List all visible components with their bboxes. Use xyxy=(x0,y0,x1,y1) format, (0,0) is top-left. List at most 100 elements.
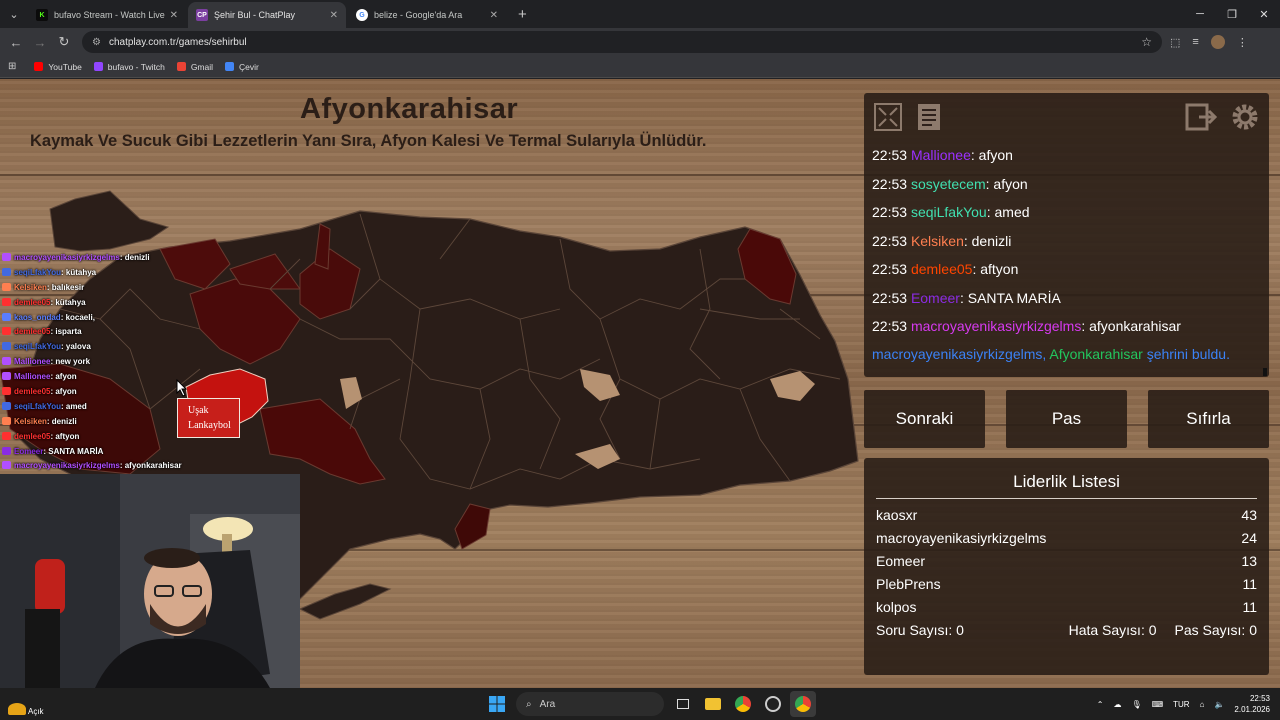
keyboard-icon[interactable]: ⌨ xyxy=(1152,700,1164,709)
city-title: Afyonkarahisar xyxy=(300,93,519,125)
file-explorer-button[interactable] xyxy=(700,691,726,717)
forward-icon[interactable]: → xyxy=(28,35,52,50)
pass-button[interactable]: Pas xyxy=(1006,390,1127,448)
chat-time: 22:53 xyxy=(872,204,908,220)
game-page: Afyonkarahisar Kaymak Ve Sucuk Gibi Lezz… xyxy=(0,79,1280,688)
chrome-active-button[interactable] xyxy=(790,691,816,717)
exit-icon xyxy=(1185,103,1217,131)
badge-icon xyxy=(2,431,11,440)
system-tray: ⌃ ☁ 🎙 ⌨ TUR ⌂ 🔈 22:53 2.01.2026 xyxy=(1097,693,1270,715)
province-thrace xyxy=(49,190,170,252)
tab-bar: ⌄ K bufavo Stream - Watch Live on ✕ CP Ş… xyxy=(0,0,1280,28)
address-bar-row: ← → ↻ ⚙ chatplay.com.tr/games/sehirbul ☆… xyxy=(0,28,1280,56)
overlay-username: demlee05 xyxy=(14,327,51,337)
taskbar-search[interactable]: ⌕ Ara xyxy=(516,692,664,716)
menu-kebab-icon[interactable]: ⋮ xyxy=(1237,36,1248,49)
close-window-icon[interactable]: ✕ xyxy=(1248,0,1280,28)
apps-grid-icon[interactable]: ⊞ xyxy=(8,61,16,72)
url-field[interactable]: ⚙ chatplay.com.tr/games/sehirbul ☆ xyxy=(82,31,1162,53)
notes-button[interactable] xyxy=(912,100,946,134)
profile-avatar[interactable] xyxy=(1210,35,1225,49)
overlay-text: : new york xyxy=(50,357,91,367)
overlay-username: kaos_ondad xyxy=(14,312,61,322)
reset-button[interactable]: Sıfırla xyxy=(1148,390,1269,448)
close-tab-icon[interactable]: ✕ xyxy=(490,10,498,21)
leaderboard: Liderlik Listesi kaosxr 43 macroyayenikasi… xyxy=(864,458,1269,675)
tab-search-icon[interactable]: ⌄ xyxy=(0,0,28,28)
bookmark-translate[interactable]: Çevir xyxy=(225,62,259,72)
overlay-text: : afyonkarahisar xyxy=(119,461,182,471)
badge-icon xyxy=(2,401,11,410)
tab-google[interactable]: G belize - Google'da Ara ✕ xyxy=(348,2,506,28)
overlay-chat-line: demlee05: afyon xyxy=(2,385,202,400)
question-count: Soru Sayısı: 0 xyxy=(876,622,964,638)
chat-username[interactable]: sosyetecem xyxy=(911,176,986,192)
next-button[interactable]: Sonraki xyxy=(864,390,985,448)
new-tab-button[interactable]: + xyxy=(508,0,537,28)
weather-label: Açık xyxy=(28,706,44,716)
onedrive-icon[interactable]: ☁ xyxy=(1113,700,1121,709)
chrome-button[interactable] xyxy=(730,691,756,717)
overlay-chat-line: macroyayenikasiyrkizgelms: denizli xyxy=(2,251,202,266)
bookmark-star-icon[interactable]: ☆ xyxy=(1141,35,1152,49)
chat-username[interactable]: seqiLfakYou xyxy=(911,204,987,220)
chat-text: : aftyon xyxy=(972,261,1019,277)
site-info-icon[interactable]: ⚙ xyxy=(92,37,101,48)
exit-button[interactable] xyxy=(1184,100,1218,134)
language-indicator[interactable]: TUR xyxy=(1173,700,1189,709)
tab-chatplay[interactable]: CP Şehir Bul - ChatPlay ✕ xyxy=(188,2,346,28)
tooltip-user: Lankaybol xyxy=(188,420,231,431)
chat-scrollbar[interactable] xyxy=(1263,368,1267,376)
chat-username[interactable]: macroyayenikasiyrkizgelms xyxy=(911,318,1081,334)
overlay-text: : denizli xyxy=(119,253,150,262)
extensions-icon[interactable]: ⬚ xyxy=(1170,36,1180,49)
clock-date: 2.01.2026 xyxy=(1234,705,1270,714)
close-tab-icon[interactable]: ✕ xyxy=(330,10,338,21)
chrome-icon xyxy=(795,696,811,712)
close-tab-icon[interactable]: ✕ xyxy=(170,10,178,21)
bookmark-gmail[interactable]: Gmail xyxy=(176,62,213,72)
app-button[interactable] xyxy=(760,691,786,717)
microphone-icon[interactable]: 🎙 xyxy=(1131,700,1141,709)
start-button[interactable] xyxy=(484,691,510,717)
settings-button[interactable] xyxy=(1228,100,1262,134)
found-text: şehrini buldu. xyxy=(1146,345,1230,362)
tab-title: belize - Google'da Ara xyxy=(374,10,463,20)
overlay-chat-line: Kelsiken: denizli xyxy=(2,415,202,430)
chat-message: 22:53 sosyetecem: afyon xyxy=(872,176,1267,205)
chat-username[interactable]: Mallionee xyxy=(911,147,971,163)
bookmark-youtube[interactable]: YouTube xyxy=(34,62,82,72)
overlay-chat-line: Eomeer: SANTA MARİA xyxy=(2,445,202,460)
maximize-icon[interactable]: ❐ xyxy=(1216,0,1248,28)
bookmark-twitch[interactable]: bufavo - Twitch xyxy=(93,62,165,72)
tooltip-province: Uşak xyxy=(188,405,209,416)
divider xyxy=(876,498,1257,499)
tray-chevron-icon[interactable]: ⌃ xyxy=(1097,700,1104,709)
network-icon[interactable]: ⌂ xyxy=(1200,700,1205,709)
leaderboard-row: Eomeer 13 xyxy=(864,553,1269,576)
fullscreen-button[interactable] xyxy=(871,100,905,134)
mouse-cursor-icon xyxy=(176,379,188,397)
badge-icon xyxy=(2,372,11,381)
clock[interactable]: 22:53 2.01.2026 xyxy=(1234,693,1270,715)
weather-widget[interactable]: Açık xyxy=(8,693,44,716)
volume-icon[interactable]: 🔈 xyxy=(1214,700,1224,709)
pass-count: Pas Sayısı: 0 xyxy=(1174,622,1257,638)
badge-icon xyxy=(2,253,11,261)
task-view-button[interactable] xyxy=(670,691,696,717)
found-user: macroyayenikasiyrkizgelms, xyxy=(872,345,1047,362)
player-score: 11 xyxy=(1242,576,1257,592)
back-icon[interactable]: ← xyxy=(4,35,28,50)
chat-username[interactable]: Kelsiken xyxy=(911,233,964,249)
gear-icon xyxy=(1232,104,1258,130)
overlay-text: : afyon xyxy=(50,387,77,397)
media-icon[interactable]: ≡ xyxy=(1192,36,1198,48)
reload-icon[interactable]: ↻ xyxy=(52,34,76,50)
badge-icon xyxy=(2,267,11,276)
chat-username[interactable]: demlee05 xyxy=(911,261,973,277)
tab-kick[interactable]: K bufavo Stream - Watch Live on ✕ xyxy=(28,2,186,28)
chat-username[interactable]: Eomeer xyxy=(911,290,960,306)
minimize-icon[interactable]: ─ xyxy=(1184,0,1216,28)
overlay-username: demlee05 xyxy=(14,387,51,397)
overlay-username: Kelsiken xyxy=(14,416,47,426)
